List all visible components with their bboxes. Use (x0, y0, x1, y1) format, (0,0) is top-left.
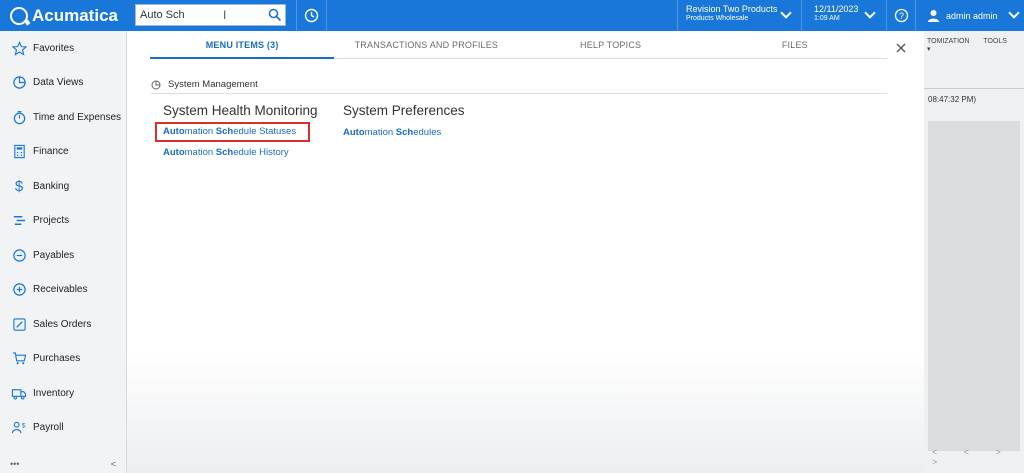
column-title: System Health Monitoring (163, 103, 318, 118)
user-icon (928, 10, 939, 22)
minus-circle-icon (11, 247, 27, 263)
sidebar-item-label: Purchases (33, 353, 81, 365)
link-text: edules (413, 127, 442, 138)
menu-link-automation-schedule-history[interactable]: Automation Schedule History (163, 144, 318, 162)
match-text: Sch (215, 126, 234, 137)
sidebar-item-payables[interactable]: Payables (0, 238, 126, 273)
sidebar-item-label: Payables (33, 249, 75, 261)
section-header: System Management (151, 76, 887, 94)
truck-icon (11, 385, 27, 401)
edit-icon (11, 316, 27, 332)
sidebar-item-label: Payroll (33, 422, 64, 434)
background-screen: TOMIZATION TOOLS ▾ 08:47:32 PM) < < > > (924, 31, 1024, 473)
divider (924, 88, 1024, 89)
payroll-icon: $ (11, 420, 27, 436)
search-input-value: Auto Sch (140, 9, 185, 21)
sidebar-item-receivables[interactable]: Receivables (0, 273, 126, 308)
recent-history-button[interactable] (296, 0, 327, 31)
sidebar-item-label: Data Views (33, 77, 84, 89)
collapse-sidebar-icon[interactable]: < (111, 459, 116, 469)
background-grid (928, 121, 1020, 451)
sidebar-item-time-and-expenses[interactable]: Time and Expenses (0, 100, 126, 135)
sidebar-item-payroll[interactable]: $ Payroll (0, 411, 126, 446)
branch-selector[interactable]: Revision Two Products Products Wholesale (677, 0, 801, 31)
pie-chart-icon (11, 75, 27, 91)
more-icon[interactable]: ••• (10, 459, 19, 469)
sidebar-item-label: Time and Expenses (33, 111, 122, 123)
star-icon (11, 40, 27, 56)
sidebar-item-label: Banking (33, 180, 70, 192)
user-menu[interactable]: admin admin (917, 0, 1024, 31)
match-text: Auto (343, 127, 365, 138)
background-pager[interactable]: < < > > (932, 447, 1024, 467)
sidebar-item-label: Sales Orders (33, 318, 92, 330)
sidebar-item-label: Receivables (33, 284, 88, 296)
svg-text:?: ? (898, 11, 903, 21)
search-icon[interactable] (268, 8, 282, 22)
link-text: mation (364, 127, 396, 138)
sidebar-item-banking[interactable]: $ Banking (0, 169, 126, 204)
menu-link-automation-schedules[interactable]: Automation Schedules (343, 124, 465, 142)
sidebar-footer: ••• < (0, 455, 126, 473)
link-text: mation (184, 147, 216, 158)
projects-icon (11, 213, 27, 229)
sidebar-item-sales-orders[interactable]: Sales Orders (0, 307, 126, 342)
results-column: System Preferences Automation Schedules (343, 103, 465, 142)
dollar-icon: $ (14, 177, 24, 195)
match-text: Sch (395, 127, 414, 138)
pie-chart-icon (151, 80, 161, 89)
sidebar-item-label: Inventory (33, 387, 75, 399)
search-results-popup: MENU ITEMS (3) TRANSACTIONS AND PROFILES… (127, 31, 924, 473)
background-toolbar: TOMIZATION TOOLS ▾ (927, 38, 1024, 53)
sidebar-item-data-views[interactable]: Data Views (0, 66, 126, 101)
link-text: edule Statuses (233, 126, 297, 137)
cart-icon (11, 351, 27, 367)
tab-menu-items[interactable]: MENU ITEMS (3) (150, 40, 335, 59)
sidebar-item-finance[interactable]: Finance (0, 135, 126, 170)
app-name: Acumatica (32, 5, 118, 25)
text-cursor-icon: I (223, 8, 227, 22)
tab-files[interactable]: FILES (703, 40, 887, 58)
app-logo[interactable]: Acumatica (0, 0, 127, 31)
user-name: admin admin (946, 10, 998, 21)
customization-menu[interactable]: TOMIZATION (927, 38, 970, 45)
link-text: mation (184, 126, 216, 137)
match-text: Sch (215, 147, 234, 158)
business-date-selector[interactable]: 12/11/2023 1:09 AM (801, 0, 886, 31)
section-title: System Management (168, 79, 258, 90)
chevron-down-icon (1008, 7, 1020, 19)
sidebar-item-projects[interactable]: Projects (0, 204, 126, 239)
logo-icon (10, 6, 28, 25)
background-timestamp: 08:47:32 PM) (928, 95, 977, 104)
calculator-icon (11, 144, 27, 160)
help-icon: ? (894, 8, 908, 23)
close-icon[interactable] (895, 42, 907, 54)
sidebar-item-inventory[interactable]: Inventory (0, 376, 126, 411)
sidebar-item-label: Finance (33, 146, 69, 158)
help-button[interactable]: ? (886, 0, 916, 31)
match-text: Auto (163, 126, 185, 137)
history-icon (304, 8, 319, 23)
match-text: Auto (163, 147, 185, 158)
sidebar-item-favorites[interactable]: Favorites (0, 31, 126, 66)
link-text: edule History (233, 147, 289, 158)
results-tabs: MENU ITEMS (3) TRANSACTIONS AND PROFILES… (150, 40, 887, 59)
sidebar-item-purchases[interactable]: Purchases (0, 342, 126, 377)
plus-circle-icon (11, 282, 27, 298)
sidebar-item-label: Favorites (33, 42, 75, 54)
menu-link-automation-schedule-statuses[interactable]: Automation Schedule Statuses (155, 122, 310, 142)
stopwatch-icon (11, 109, 27, 125)
tab-transactions-and-profiles[interactable]: TRANSACTIONS AND PROFILES (334, 40, 518, 58)
column-title: System Preferences (343, 103, 465, 118)
business-time: 1:09 AM (814, 15, 840, 22)
results-column: System Health Monitoring Automation Sche… (155, 103, 318, 162)
tab-help-topics[interactable]: HELP TOPICS (519, 40, 703, 58)
main-sidebar: Favorites Data Views Time and Expenses F… (0, 31, 127, 473)
search-input[interactable]: Auto Sch I (135, 4, 286, 26)
svg-text:$: $ (22, 423, 26, 430)
sidebar-item-label: Projects (33, 215, 70, 227)
